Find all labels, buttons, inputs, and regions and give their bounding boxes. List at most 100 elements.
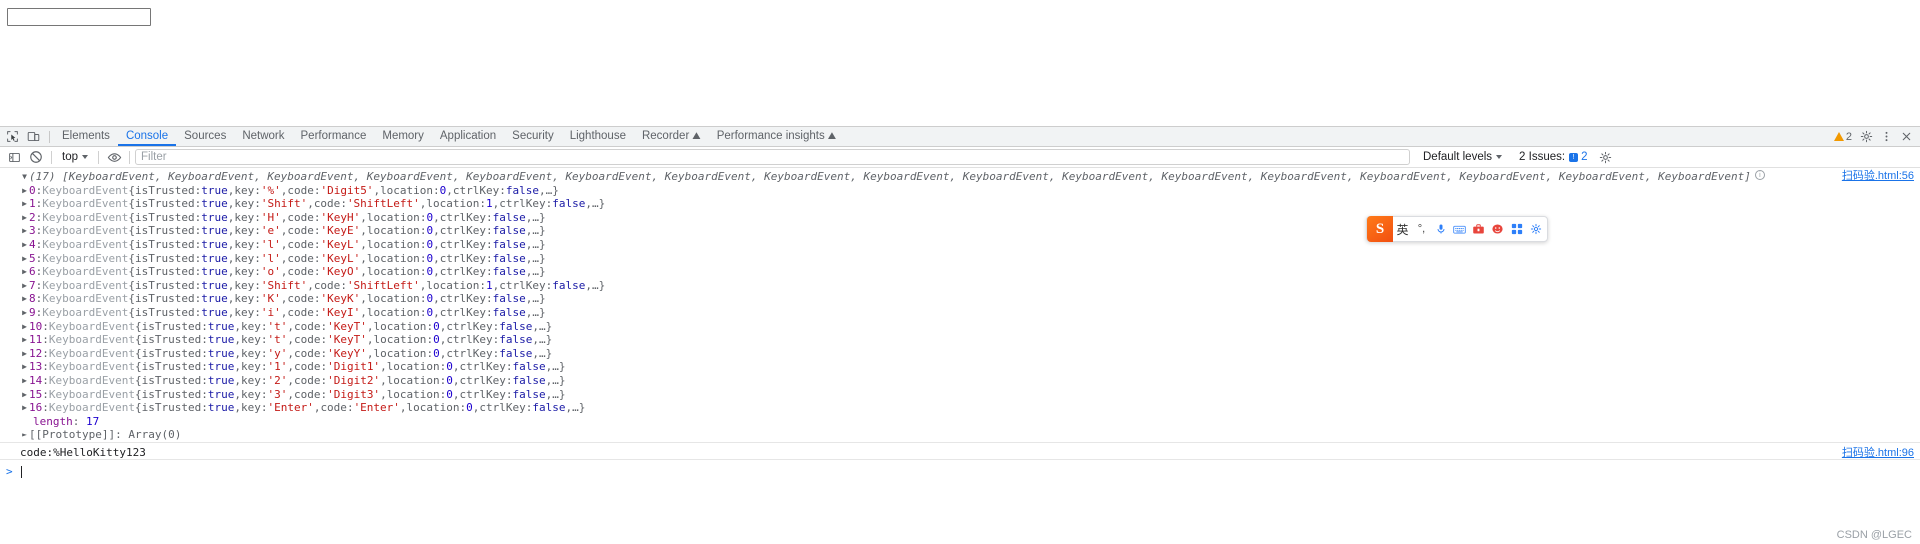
apps-icon[interactable] xyxy=(1507,216,1526,242)
disclosure-triangle-icon[interactable]: ▶ xyxy=(20,292,29,306)
array-entry-row[interactable]: ▶ 9: KeyboardEvent {isTrusted: true, key:… xyxy=(0,306,1920,320)
tabbar-divider xyxy=(49,130,50,143)
disclosure-triangle-icon[interactable]: ▶ xyxy=(20,211,29,225)
source-link[interactable]: 扫码验.html:56 xyxy=(1842,170,1914,184)
password-text-input[interactable] xyxy=(7,8,151,26)
tab-performance-insights[interactable]: Performance insights ⛰ xyxy=(709,127,844,146)
issues-indicator[interactable]: 2 Issues: ! 2 xyxy=(1519,151,1587,163)
execution-context-select[interactable]: top xyxy=(57,150,93,164)
tab-recorder[interactable]: Recorder ⛰ xyxy=(634,127,709,146)
console-sidebar-icon[interactable] xyxy=(4,148,24,166)
array-entry-row[interactable]: ▶ 1: KeyboardEvent {isTrusted: true, key:… xyxy=(0,197,1920,211)
array-summary-row[interactable]: ▼ (17) [KeyboardEvent, KeyboardEvent, Ke… xyxy=(0,170,1920,184)
array-entry-row[interactable]: ▶ 2: KeyboardEvent {isTrusted: true, key:… xyxy=(0,211,1920,225)
array-entry-row[interactable]: ▶ 0: KeyboardEvent {isTrusted: true, key:… xyxy=(0,184,1920,198)
emoji-icon[interactable] xyxy=(1488,216,1507,242)
voice-input-icon[interactable] xyxy=(1431,216,1450,242)
array-length-row: length : 17 xyxy=(33,414,100,428)
log-levels-select[interactable]: Default levels xyxy=(1418,150,1507,164)
console-output[interactable]: ▼ (17) [KeyboardEvent, KeyboardEvent, Ke… xyxy=(0,168,1920,544)
web-page-area xyxy=(0,0,1920,126)
tab-lighthouse[interactable]: Lighthouse xyxy=(562,127,634,146)
prop-code-value: 'Digit5' xyxy=(320,183,374,197)
disclosure-triangle-icon[interactable]: ▶ xyxy=(20,374,29,388)
disclosure-triangle-icon[interactable]: ▶ xyxy=(20,360,29,374)
disclosure-triangle-icon[interactable]: ▶ xyxy=(20,347,29,361)
prop-istrusted-value: true xyxy=(201,278,228,292)
soft-keyboard-icon[interactable] xyxy=(1450,216,1469,242)
filter-input[interactable] xyxy=(135,149,1410,165)
prop-ctrlkey-value: false xyxy=(512,360,546,374)
prop-code-key: code xyxy=(287,210,314,224)
inspect-element-icon[interactable] xyxy=(3,128,22,146)
console-settings-gear-icon[interactable] xyxy=(1595,148,1615,166)
prop-code-key: code xyxy=(293,319,321,333)
tab-application[interactable]: Application xyxy=(432,127,504,146)
array-entry-row[interactable]: ▶ 6: KeyboardEvent {isTrusted: true, key:… xyxy=(0,265,1920,279)
toolbox-icon[interactable] xyxy=(1469,216,1488,242)
more-vertical-icon[interactable] xyxy=(1877,128,1896,146)
array-entry-row[interactable]: ▶ 4: KeyboardEvent {isTrusted: true, key:… xyxy=(0,238,1920,252)
array-entry-row[interactable]: ▶ 3: KeyboardEvent {isTrusted: true, key:… xyxy=(0,224,1920,238)
array-entry-row[interactable]: ▶ 7: KeyboardEvent {isTrusted: true, key:… xyxy=(0,279,1920,293)
tab-memory[interactable]: Memory xyxy=(374,127,432,146)
disclosure-triangle-icon[interactable]: ▶ xyxy=(20,306,29,320)
sogou-logo-icon[interactable]: S xyxy=(1367,216,1393,242)
disclosure-triangle-icon[interactable]: ▶ xyxy=(20,401,29,415)
disclosure-triangle-icon[interactable]: ▶ xyxy=(20,279,29,293)
array-entry-row[interactable]: ▶ 8: KeyboardEvent {isTrusted: true, key:… xyxy=(0,292,1920,306)
entry-class-name: KeyboardEvent xyxy=(42,237,129,251)
warnings-badge[interactable]: 2 xyxy=(1830,131,1856,143)
prop-location-value: 0 xyxy=(426,210,434,224)
tab-recorder-label: Recorder xyxy=(641,130,690,142)
tab-network[interactable]: Network xyxy=(234,127,292,146)
disclosure-triangle-icon[interactable]: ▶ xyxy=(20,265,29,279)
tab-sources[interactable]: Sources xyxy=(176,127,234,146)
live-expression-eye-icon[interactable] xyxy=(104,148,124,166)
disclosure-triangle-icon[interactable]: ▶ xyxy=(20,252,29,266)
prop-code-key: code xyxy=(287,251,314,265)
prop-location-key: location xyxy=(366,265,420,279)
device-toolbar-icon[interactable] xyxy=(24,128,43,146)
disclosure-triangle-icon[interactable]: ▶ xyxy=(20,320,29,334)
info-icon[interactable]: i xyxy=(1754,170,1765,180)
array-entry-row[interactable]: ▶ 15: KeyboardEvent {isTrusted: true, key… xyxy=(0,388,1920,402)
sogou-ime-toolbar[interactable]: S 英 °, xyxy=(1366,216,1548,242)
ime-settings-gear-icon[interactable] xyxy=(1526,216,1545,242)
disclosure-triangle-icon[interactable]: ▼ xyxy=(20,170,29,184)
prop-ctrlkey-key: ctrlKey xyxy=(446,319,493,333)
disclosure-triangle-icon[interactable]: ▶ xyxy=(20,224,29,238)
prop-ctrlkey-key: ctrlKey xyxy=(446,333,493,347)
console-prompt[interactable]: > xyxy=(0,460,1920,480)
entry-class-name: KeyboardEvent xyxy=(48,373,135,387)
prop-location-key: location xyxy=(366,292,420,306)
tab-console[interactable]: Console xyxy=(117,127,177,146)
close-icon[interactable] xyxy=(1897,128,1916,146)
ime-punctuation-mode-button[interactable]: °, xyxy=(1412,216,1431,242)
tab-performance[interactable]: Performance xyxy=(293,127,375,146)
prop-code-key: code xyxy=(293,387,321,401)
gear-icon[interactable] xyxy=(1857,128,1876,146)
disclosure-triangle-icon[interactable]: ▶ xyxy=(20,197,29,211)
array-entry-row[interactable]: ▶ 13: KeyboardEvent {isTrusted: true, key… xyxy=(0,360,1920,374)
clear-console-icon[interactable] xyxy=(26,148,46,166)
disclosure-triangle-icon[interactable]: ▶ xyxy=(20,184,29,198)
array-prototype-row[interactable]: ► [[Prototype]] : Array(0) xyxy=(0,428,1920,442)
array-entry-row[interactable]: ▶ 5: KeyboardEvent {isTrusted: true, key:… xyxy=(0,252,1920,266)
disclosure-triangle-icon[interactable]: ▶ xyxy=(20,388,29,402)
prop-code-key: code xyxy=(287,183,314,197)
entry-class-name: KeyboardEvent xyxy=(42,210,129,224)
source-link[interactable]: 扫码验.html:96 xyxy=(1842,447,1914,461)
array-entry-row[interactable]: ▶ 10: KeyboardEvent {isTrusted: true, key… xyxy=(0,320,1920,334)
array-entry-row[interactable]: ▶ 16: KeyboardEvent {isTrusted: true, key… xyxy=(0,401,1920,415)
ime-language-mode-button[interactable]: 英 xyxy=(1393,216,1412,242)
prop-ctrlkey-key: ctrlKey xyxy=(459,373,506,387)
tab-elements[interactable]: Elements xyxy=(54,127,118,146)
array-entry-row[interactable]: ▶ 11: KeyboardEvent {isTrusted: true, key… xyxy=(0,333,1920,347)
disclosure-triangle-icon[interactable]: ▶ xyxy=(20,238,29,252)
disclosure-triangle-icon[interactable]: ▶ xyxy=(20,333,29,347)
tab-security[interactable]: Security xyxy=(504,127,562,146)
array-entry-row[interactable]: ▶ 14: KeyboardEvent {isTrusted: true, key… xyxy=(0,374,1920,388)
array-entry-row[interactable]: ▶ 12: KeyboardEvent {isTrusted: true, key… xyxy=(0,347,1920,361)
disclosure-triangle-icon[interactable]: ► xyxy=(20,428,29,442)
